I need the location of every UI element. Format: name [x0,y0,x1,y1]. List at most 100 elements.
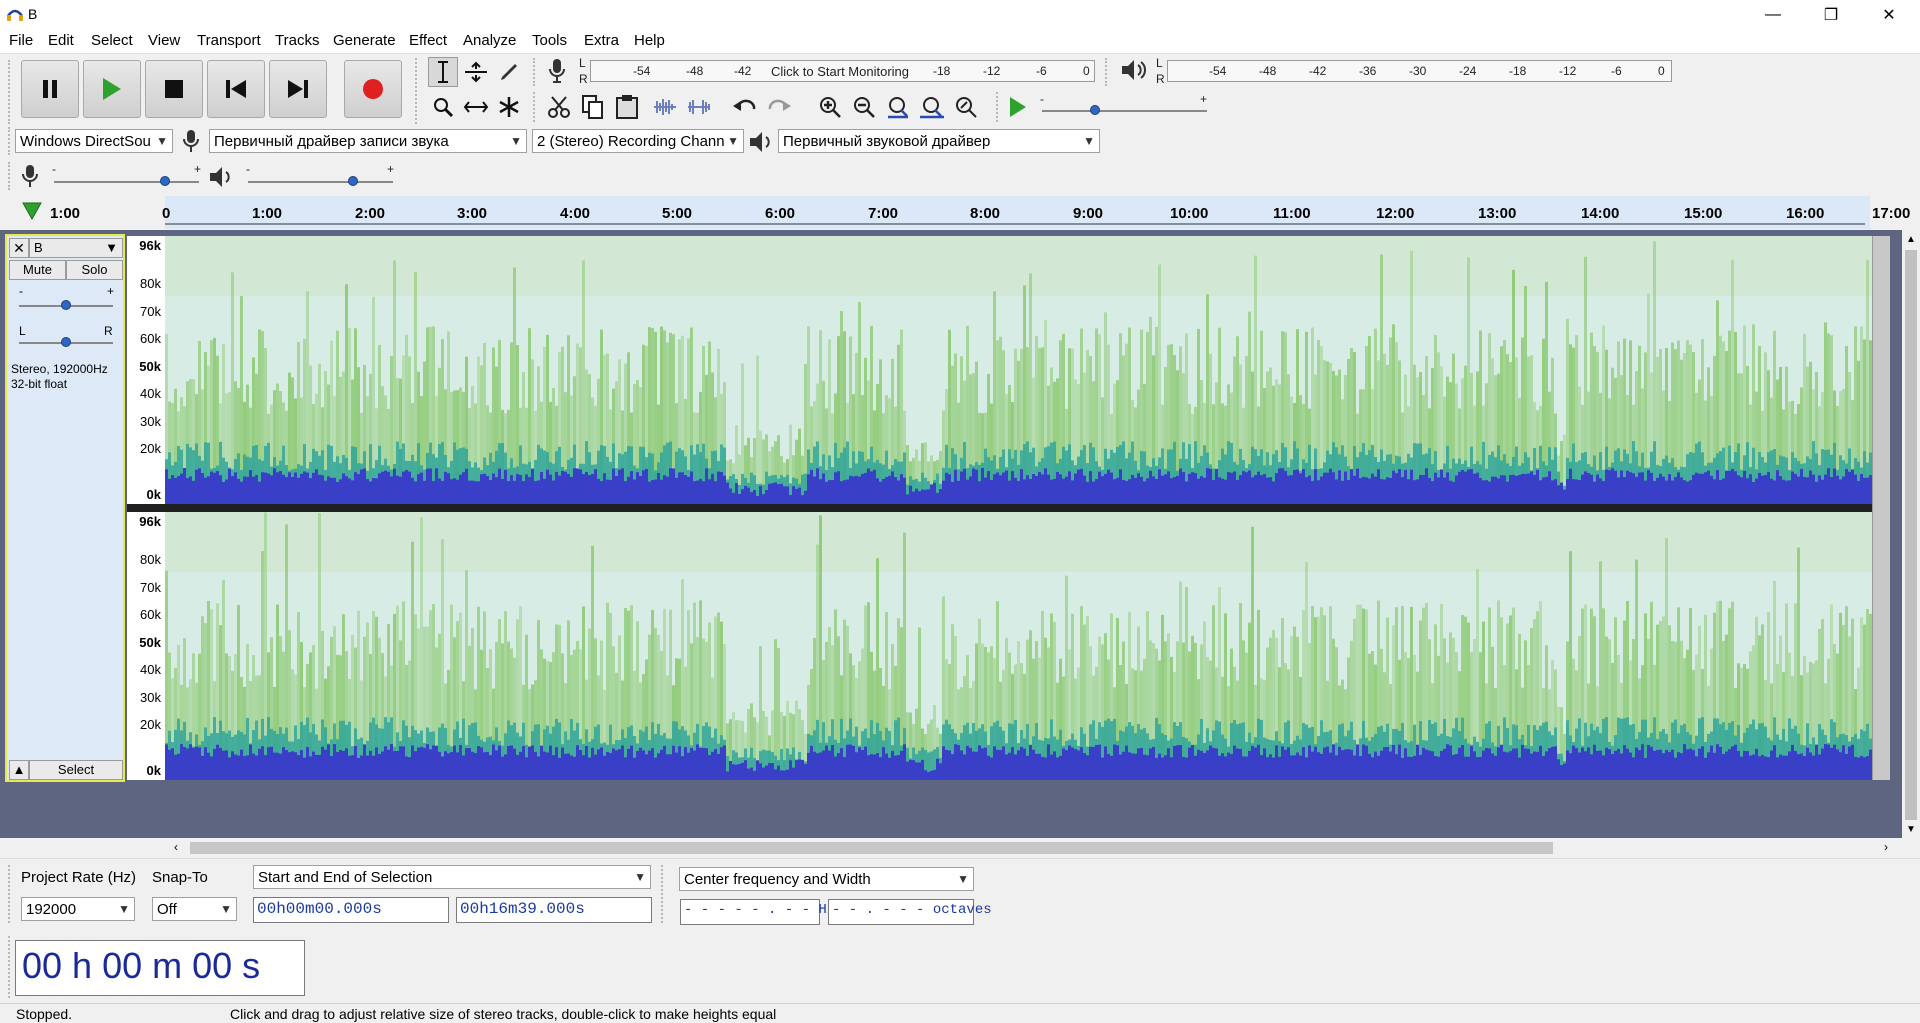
selection-mode-select[interactable]: Start and End of Selection ▼ [253,865,651,889]
spectrogram-left-channel[interactable] [165,236,1872,504]
track-area[interactable]: ✕ B ▼ Mute Solo - + L R Stereo, 192000Hz … [0,230,1905,840]
playback-speed-thumb[interactable] [1090,105,1100,115]
meter-tick: -30 [1409,64,1427,78]
channel-separator[interactable] [127,504,1872,512]
zoom-out-button[interactable] [849,92,879,122]
playback-speed-slider[interactable] [1042,110,1207,112]
recording-volume-thumb[interactable] [160,176,170,186]
close-track-button[interactable]: ✕ [9,238,29,258]
draw-tool[interactable] [494,57,524,87]
gain-slider-thumb[interactable] [61,300,71,310]
menu-tracks[interactable]: Tracks [275,32,319,49]
close-window-button[interactable]: ✕ [1860,0,1918,30]
spectral-selection-mode-select[interactable]: Center frequency and Width ▼ [679,867,974,891]
menu-file[interactable]: File [9,32,33,49]
toolbar-grip[interactable] [415,58,419,124]
menu-select[interactable]: Select [91,32,133,49]
vertical-scrollbar[interactable]: ▲ ▼ [1902,230,1920,840]
skip-to-end-button[interactable] [269,60,327,118]
speaker-icon[interactable] [1120,58,1146,82]
chevron-right-icon[interactable]: › [1884,840,1888,854]
multi-tool[interactable] [494,92,524,122]
mute-button[interactable]: Mute [9,260,66,280]
playback-volume-thumb[interactable] [348,176,358,186]
chevron-up-icon[interactable]: ▲ [1906,234,1916,245]
menu-tools[interactable]: Tools [532,32,567,49]
frequency-ruler-left-channel[interactable]: 96k 80k 70k 60k 50k 40k 30k 20k 0k [127,236,165,504]
toolbar-grip[interactable] [996,92,1000,122]
menu-help[interactable]: Help [634,32,665,49]
vertical-scroll-thumb[interactable] [1905,250,1917,820]
menu-transport[interactable]: Transport [197,32,261,49]
fit-selection-button[interactable] [883,92,913,122]
center-frequency-field[interactable]: - - - - - . - - Hz [680,899,835,925]
zoom-tool[interactable] [428,92,458,122]
minimize-button[interactable]: — [1744,0,1802,30]
selection-end-time[interactable]: 00h16m39.000s [456,897,652,923]
skip-to-start-button[interactable] [207,60,265,118]
start-monitoring-hint[interactable]: Click to Start Monitoring [771,64,909,79]
undo-button[interactable] [730,92,760,122]
menu-generate[interactable]: Generate [333,32,396,49]
toolbar-grip[interactable] [8,162,12,190]
silence-audio-button[interactable] [684,92,714,122]
pause-button[interactable] [21,60,79,118]
chevron-down-icon[interactable]: ▼ [1906,824,1916,835]
toolbar-grip[interactable] [533,92,537,122]
stop-button[interactable] [145,60,203,118]
microphone-icon[interactable] [546,57,568,85]
toolbar-grip[interactable] [8,936,12,998]
bandwidth-field[interactable]: - - . - - - octaves [828,899,992,925]
recording-device-select[interactable]: Первичный драйвер записи звука ▼ [209,129,527,153]
zoom-toggle-button[interactable] [951,92,981,122]
snap-to-select[interactable]: Off ▼ [152,897,237,921]
menu-view[interactable]: View [148,32,180,49]
audio-host-select[interactable]: Windows DirectSou ▼ [15,129,173,153]
horizontal-scrollbar[interactable]: ‹ › [0,838,1905,858]
select-track-button[interactable]: Select [29,760,123,780]
toolbar-grip[interactable] [8,60,12,124]
envelope-tool[interactable] [461,57,491,87]
menu-extra[interactable]: Extra [584,32,619,49]
timeline-ruler[interactable]: 1:00 0 1:00 2:00 3:00 4:00 5:00 6:00 7:0… [0,196,1920,229]
zoom-in-button[interactable] [815,92,845,122]
spectrogram-right-channel[interactable] [165,512,1872,780]
fit-project-button[interactable] [917,92,947,122]
toolbar-grip[interactable] [661,865,665,923]
solo-button[interactable]: Solo [66,260,123,280]
cut-button[interactable] [544,92,574,122]
toolbar-grip[interactable] [8,127,12,155]
recording-volume-slider[interactable] [54,181,199,183]
trim-audio-button[interactable] [650,92,680,122]
pin-head-icon[interactable] [22,202,42,220]
playback-volume-slider[interactable] [248,181,393,183]
menu-edit[interactable]: Edit [48,32,74,49]
frequency-ruler-right-channel[interactable]: 96k 80k 70k 60k 50k 40k 30k 20k 0k [127,512,165,780]
track-menu-button[interactable]: B ▼ [29,238,123,258]
audio-position-display[interactable]: 00 h 00 m 00 s [15,940,305,996]
horizontal-scroll-thumb[interactable] [190,842,1553,854]
time-shift-tool[interactable] [461,92,491,122]
record-button[interactable] [344,60,402,118]
toolbar-grip[interactable] [8,865,12,923]
copy-button[interactable] [578,92,608,122]
playback-device-select[interactable]: Первичный звуковой драйвер ▼ [778,129,1100,153]
maximize-button[interactable]: ❐ [1802,0,1860,30]
selection-tool[interactable] [428,57,458,87]
track-control-panel[interactable]: ✕ B ▼ Mute Solo - + L R Stereo, 192000Hz … [5,234,125,782]
menu-analyze[interactable]: Analyze [463,32,516,49]
project-rate-select[interactable]: 192000 ▼ [21,897,135,921]
selection-start-time[interactable]: 00h00m00.000s [253,897,449,923]
collapse-track-button[interactable]: ▲ [9,760,29,780]
play-at-speed-button[interactable] [1003,92,1033,122]
play-button[interactable] [83,60,141,118]
redo-button[interactable] [764,92,794,122]
chevron-down-icon: ▼ [105,240,118,255]
recording-channels-select[interactable]: 2 (Stereo) Recording Chann ▼ [532,129,744,153]
pan-slider-thumb[interactable] [61,337,71,347]
paste-button[interactable] [612,92,642,122]
toolbar-grip[interactable] [533,58,537,86]
chevron-left-icon[interactable]: ‹ [174,840,178,854]
toolbar-grip[interactable] [1105,58,1109,86]
menu-effect[interactable]: Effect [409,32,447,49]
